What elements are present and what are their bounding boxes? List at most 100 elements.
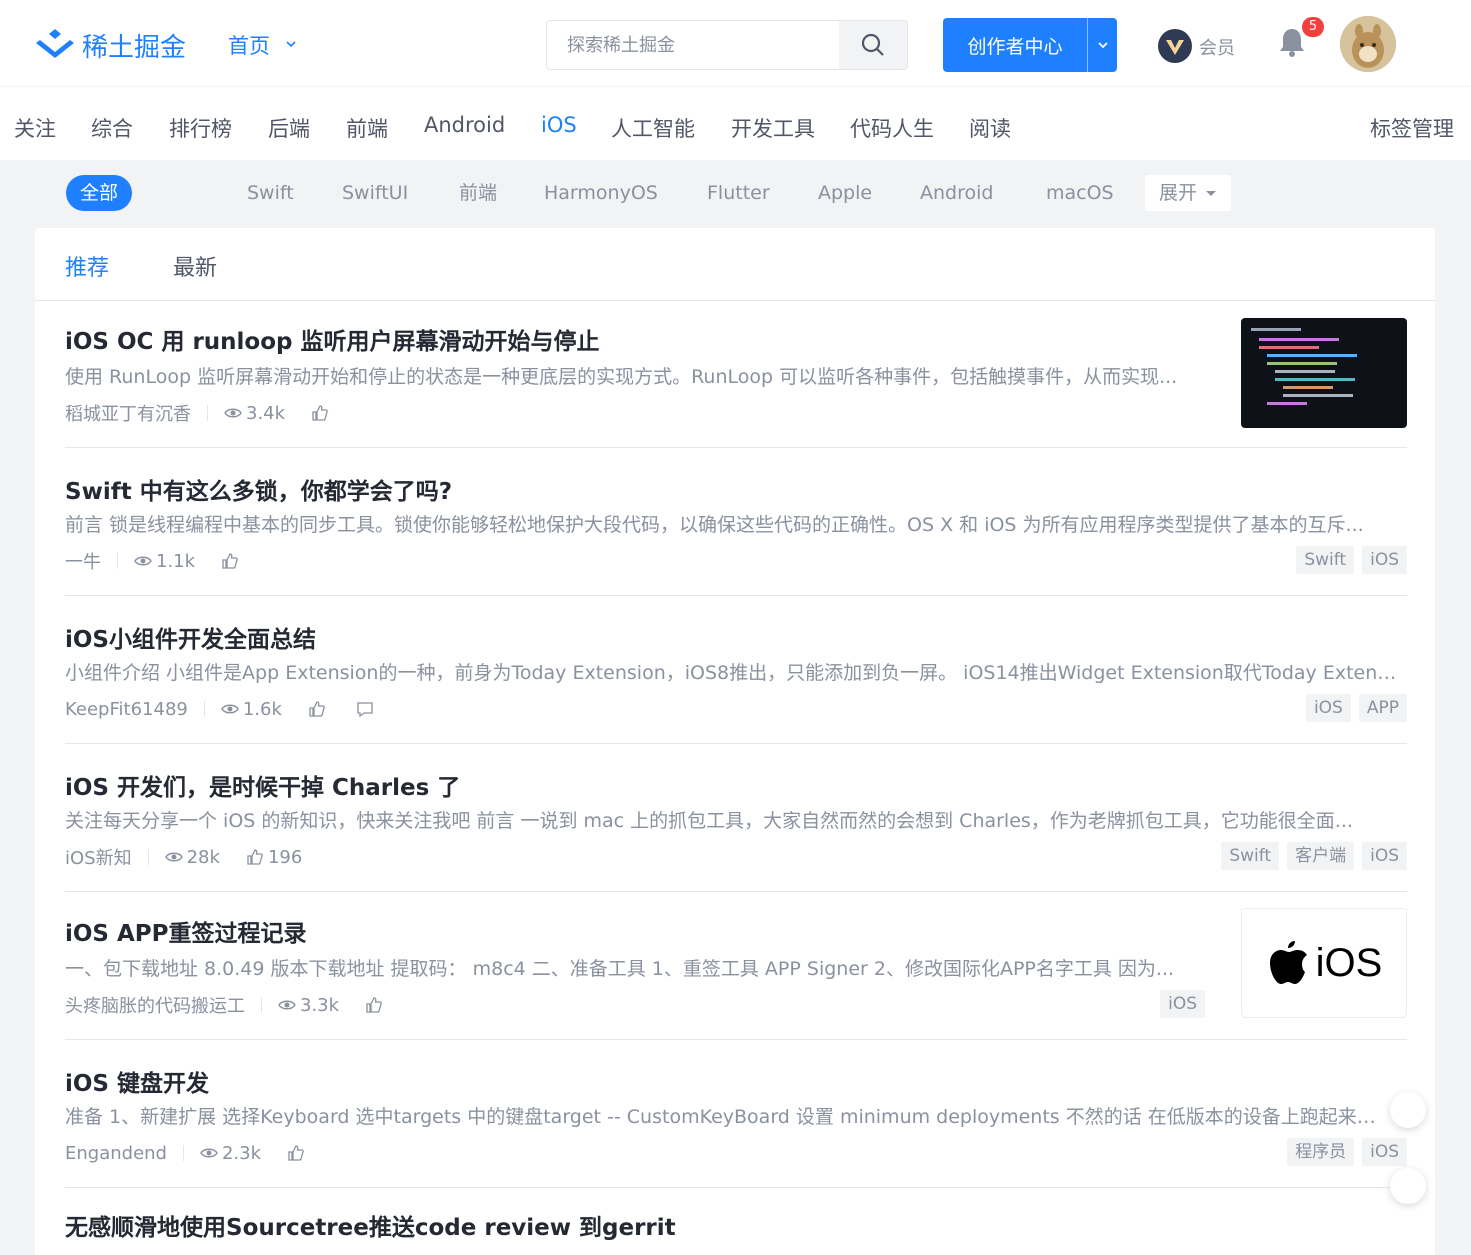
juejin-logo[interactable]: 稀土掘金 bbox=[34, 27, 186, 63]
category-code-life[interactable]: 代码人生 bbox=[850, 113, 934, 143]
search-input[interactable] bbox=[547, 21, 839, 69]
eye-icon bbox=[164, 852, 183, 862]
author-name[interactable]: KeepFit61489 bbox=[65, 699, 188, 720]
tag-manage-link[interactable]: 标签管理 bbox=[1370, 113, 1454, 143]
tag-frontend[interactable]: 前端 bbox=[459, 175, 497, 211]
article-tag[interactable]: iOS bbox=[1160, 990, 1205, 1018]
article-item[interactable]: iOS小组件开发全面总结 小组件介绍 小组件是App Extension的一种，… bbox=[65, 612, 1407, 744]
vip-label[interactable]: 会员 bbox=[1199, 34, 1235, 60]
article-abstract[interactable]: 关注每天分享一个 iOS 的新知识，快来关注我吧 前言 一说到 mac 上的抓包… bbox=[65, 806, 1405, 833]
view-count-value: 3.3k bbox=[300, 994, 340, 1016]
article-meta: Engandend 2.3k bbox=[65, 1138, 335, 1168]
like-button[interactable]: 196 bbox=[246, 847, 302, 868]
sort-recommended[interactable]: 推荐 bbox=[65, 250, 109, 282]
tag-flutter[interactable]: Flutter bbox=[707, 175, 770, 211]
article-item[interactable]: iOS 键盘开发 准备 1、新建扩展 选择Keyboard 选中targets … bbox=[65, 1056, 1407, 1188]
author-name[interactable]: 稻城亚丁有沉香 bbox=[65, 400, 191, 426]
article-tag[interactable]: iOS bbox=[1362, 546, 1407, 574]
comment-button[interactable] bbox=[356, 700, 378, 718]
tag-expand-label: 展开 bbox=[1159, 182, 1198, 204]
like-icon bbox=[366, 997, 382, 1013]
article-item[interactable]: 无感顺滑地使用Sourcetree推送code review 到gerrit bbox=[65, 1204, 1407, 1255]
meta-divider bbox=[147, 849, 149, 865]
tag-expand-button[interactable]: 展开 bbox=[1145, 175, 1232, 211]
sort-latest[interactable]: 最新 bbox=[173, 250, 217, 282]
like-button[interactable] bbox=[221, 552, 243, 570]
article-abstract[interactable]: 准备 1、新建扩展 选择Keyboard 选中targets 中的键盘targe… bbox=[65, 1102, 1381, 1129]
article-abstract[interactable]: 前言 锁是线程编程中基本的同步工具。锁使你能够轻松地保护大段代码，以确保这些代码… bbox=[65, 510, 1405, 537]
article-item[interactable]: Swift 中有这么多锁，你都学会了吗? 前言 锁是线程编程中基本的同步工具。锁… bbox=[65, 464, 1407, 596]
article-cover-image[interactable]: iOS bbox=[1241, 908, 1407, 1018]
tag-macos[interactable]: macOS bbox=[1046, 175, 1114, 211]
category-dev-tools[interactable]: 开发工具 bbox=[731, 113, 815, 143]
like-count-value: 196 bbox=[267, 846, 303, 868]
article-title[interactable]: iOS APP重签过程记录 bbox=[65, 914, 1205, 948]
notification-badge: 5 bbox=[1302, 17, 1324, 37]
article-tag[interactable]: iOS bbox=[1362, 842, 1407, 870]
article-abstract[interactable]: 小组件介绍 小组件是App Extension的一种，前身为Today Exte… bbox=[65, 658, 1405, 685]
like-button[interactable] bbox=[308, 700, 330, 718]
tag-swift[interactable]: Swift bbox=[247, 175, 294, 211]
top-header: 稀土掘金 首页 创作者中心 会员 5 bbox=[0, 0, 1471, 86]
article-item[interactable]: iOS 开发们，是时候干掉 Charles 了 关注每天分享一个 iOS 的新知… bbox=[65, 760, 1407, 892]
like-button[interactable] bbox=[365, 996, 387, 1014]
category-frontend[interactable]: 前端 bbox=[346, 113, 388, 143]
back-to-top-button[interactable] bbox=[1390, 1168, 1426, 1204]
category-backend[interactable]: 后端 bbox=[268, 113, 310, 143]
nav-home-link[interactable]: 首页 bbox=[228, 30, 270, 60]
article-tag[interactable]: Swift bbox=[1221, 842, 1280, 870]
meta-divider bbox=[261, 997, 262, 1013]
like-icon bbox=[288, 1145, 304, 1161]
article-title[interactable]: iOS OC 用 runloop 监听用户屏幕滑动开始与停止 bbox=[65, 322, 1205, 356]
category-ranking[interactable]: 排行榜 bbox=[169, 113, 232, 143]
chevron-down-icon[interactable] bbox=[285, 38, 297, 50]
float-action-button[interactable] bbox=[1390, 1092, 1426, 1128]
article-cover-image[interactable] bbox=[1241, 318, 1407, 428]
author-name[interactable]: iOS新知 bbox=[65, 844, 132, 870]
like-button[interactable] bbox=[311, 404, 333, 422]
vip-icon[interactable] bbox=[1157, 28, 1193, 64]
tag-apple[interactable]: Apple bbox=[818, 175, 872, 211]
article-tag[interactable]: 客户端 bbox=[1287, 842, 1355, 870]
article-tags: Swift iOS bbox=[1296, 546, 1407, 574]
article-item[interactable]: iOS OC 用 runloop 监听用户屏幕滑动开始与停止 使用 RunLoo… bbox=[65, 316, 1407, 448]
category-ios[interactable]: iOS bbox=[541, 113, 577, 137]
creator-center-button[interactable]: 创作者中心 bbox=[943, 18, 1117, 72]
category-ai[interactable]: 人工智能 bbox=[611, 113, 695, 143]
article-abstract[interactable]: 使用 RunLoop 监听屏幕滑动开始和停止的状态是一种更底层的实现方式。Run… bbox=[65, 362, 1205, 389]
article-title[interactable]: iOS小组件开发全面总结 bbox=[65, 620, 1405, 654]
article-title[interactable]: Swift 中有这么多锁，你都学会了吗? bbox=[65, 472, 1405, 506]
avatar[interactable] bbox=[1340, 16, 1396, 72]
article-tag[interactable]: 程序员 bbox=[1287, 1138, 1355, 1166]
article-feed: 推荐 最新 iOS OC 用 runloop 监听用户屏幕滑动开始与停止 使用 … bbox=[35, 228, 1435, 1255]
feed-divider bbox=[35, 300, 1435, 301]
article-title[interactable]: iOS 开发们，是时候干掉 Charles 了 bbox=[65, 768, 1405, 802]
article-tag[interactable]: APP bbox=[1358, 694, 1407, 722]
article-abstract[interactable]: 一、包下载地址 8.0.49 版本下载地址 提取码： m8c4 二、准备工具 1… bbox=[65, 954, 1205, 981]
like-button[interactable] bbox=[287, 1144, 309, 1162]
tag-harmonyos[interactable]: HarmonyOS bbox=[544, 175, 658, 211]
author-name[interactable]: 头疼脑胀的代码搬运工 bbox=[65, 992, 245, 1018]
article-tag[interactable]: iOS bbox=[1305, 694, 1351, 722]
tag-android[interactable]: Android bbox=[920, 175, 993, 211]
author-name[interactable]: 一牛 bbox=[65, 548, 101, 574]
creator-menu-toggle[interactable] bbox=[1088, 38, 1117, 52]
search-button[interactable] bbox=[839, 21, 907, 69]
author-name[interactable]: Engandend bbox=[65, 1143, 167, 1164]
view-count-value: 3.4k bbox=[246, 402, 286, 424]
tag-all[interactable]: 全部 bbox=[66, 175, 133, 211]
article-tag[interactable]: Swift bbox=[1296, 546, 1355, 574]
article-tag[interactable]: iOS bbox=[1362, 1138, 1407, 1166]
category-android[interactable]: Android bbox=[424, 113, 505, 137]
view-count: 3.4k bbox=[224, 403, 285, 424]
category-comprehensive[interactable]: 综合 bbox=[91, 113, 133, 143]
eye-icon bbox=[200, 1148, 218, 1158]
tag-swiftui[interactable]: SwiftUI bbox=[342, 175, 408, 211]
article-title[interactable]: iOS 键盘开发 bbox=[65, 1064, 1405, 1098]
article-title[interactable]: 无感顺滑地使用Sourcetree推送code review 到gerrit bbox=[65, 1208, 1405, 1242]
juejin-logo-icon bbox=[36, 29, 74, 58]
category-follow[interactable]: 关注 bbox=[14, 113, 56, 143]
article-item[interactable]: iOS APP重签过程记录 一、包下载地址 8.0.49 版本下载地址 提取码：… bbox=[65, 908, 1407, 1040]
category-reading[interactable]: 阅读 bbox=[969, 113, 1011, 143]
view-count-value: 28k bbox=[186, 846, 220, 868]
